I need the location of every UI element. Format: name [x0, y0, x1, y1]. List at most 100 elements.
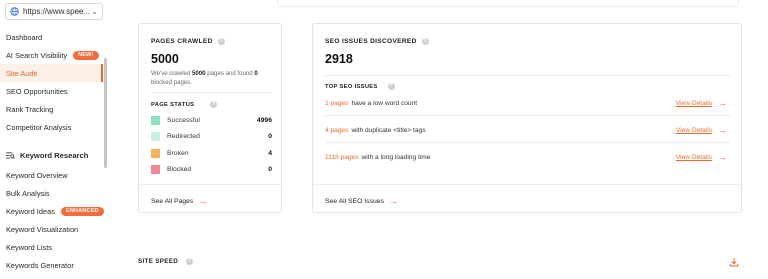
- domain-text: https://www.spee...: [23, 7, 91, 16]
- sidebar-item-competitor-analysis[interactable]: Competitor Analysis: [0, 118, 103, 136]
- view-details-link[interactable]: View Details: [676, 100, 712, 107]
- pages-crawled-title: PAGES CRAWLED ?: [151, 38, 225, 45]
- sidebar-item-label: Keywords Generator: [6, 260, 74, 270]
- view-details-link[interactable]: View Details: [676, 154, 712, 161]
- see-all-pages-link[interactable]: See All Pages →: [151, 196, 207, 206]
- status-label: Redirected: [167, 132, 200, 140]
- previous-card-bottom: [277, 0, 739, 7]
- see-all-seo-issues-link[interactable]: See All SEO Issues →: [325, 196, 398, 206]
- new-badge: NEW!: [73, 50, 99, 60]
- chevron-down-icon: ⌄: [91, 7, 98, 16]
- sidebar-item-label: Keyword Ideas: [6, 206, 55, 216]
- top-seo-issues-title: TOP SEO ISSUES ?: [325, 83, 395, 90]
- desc-text: blocked pages.: [151, 78, 192, 86]
- info-icon[interactable]: ?: [387, 83, 395, 90]
- divider: [139, 184, 281, 185]
- sidebar: https://www.spee... ⌄ Dashboard AI Searc…: [0, 0, 109, 279]
- issue-text: with a long loading time: [361, 153, 431, 161]
- sidebar-item-label: AI Search Visibility: [6, 50, 68, 60]
- issue-count[interactable]: 1118 pages: [325, 154, 359, 161]
- sidebar-item-label: Competitor Analysis: [6, 122, 72, 132]
- sidebar-item-seo-opportunities[interactable]: SEO Opportunities: [0, 82, 103, 100]
- status-value: 0: [268, 165, 272, 173]
- status-swatch: [151, 148, 160, 158]
- info-icon[interactable]: ?: [217, 38, 225, 45]
- view-details-link[interactable]: View Details: [676, 127, 712, 134]
- info-icon[interactable]: ?: [421, 38, 429, 45]
- status-value: 4996: [256, 116, 272, 124]
- seo-issues-title: SEO ISSUES DISCOVERED ?: [325, 38, 429, 45]
- status-value: 4: [268, 149, 272, 157]
- sidebar-scrollbar[interactable]: [104, 58, 107, 168]
- status-swatch: [151, 164, 160, 174]
- status-label: Broken: [167, 149, 189, 157]
- desc-text: pages and found: [205, 70, 255, 77]
- issue-count[interactable]: 4 pages: [325, 127, 348, 134]
- sidebar-item-label: Keyword Visualization: [6, 224, 79, 234]
- divider: [313, 184, 741, 185]
- status-row-blocked: Blocked 0: [151, 161, 272, 177]
- sidebar-item-label: Dashboard: [6, 32, 43, 42]
- top-seo-issues-title-text: TOP SEO ISSUES: [325, 83, 378, 90]
- download-icon[interactable]: [729, 257, 739, 267]
- status-swatch: [151, 115, 160, 125]
- status-row-redirected: Redirected 0: [151, 128, 272, 144]
- site-speed-title-text: SITE SPEED: [138, 258, 179, 265]
- sidebar-item-label: Keyword Lists: [6, 242, 53, 252]
- keyword-research-icon: [6, 151, 15, 159]
- info-icon[interactable]: ?: [210, 101, 218, 108]
- sidebar-item-site-audit[interactable]: Site Audit: [0, 64, 103, 82]
- status-row-successful: Successful 4996: [151, 112, 272, 128]
- sidebar-item-dashboard[interactable]: Dashboard: [0, 28, 103, 46]
- pages-crawled-card: PAGES CRAWLED ? 5000 We've crawled 5000 …: [138, 23, 282, 213]
- divider: [325, 115, 730, 116]
- domain-selector[interactable]: https://www.spee... ⌄: [5, 3, 103, 20]
- sidebar-section-keyword-research[interactable]: Keyword Research: [0, 146, 103, 164]
- desc-text: We've crawled: [151, 70, 193, 77]
- sidebar-item-rank-tracking[interactable]: Rank Tracking: [0, 100, 103, 118]
- issue-count[interactable]: 1 pages: [325, 100, 348, 107]
- sidebar-item-ai-search-visibility[interactable]: AI Search Visibility NEW!: [0, 46, 103, 64]
- sidebar-item-keywords-generator[interactable]: Keywords Generator: [0, 256, 103, 274]
- seo-issues-card: SEO ISSUES DISCOVERED ? 2918 TOP SEO ISS…: [312, 23, 742, 213]
- issue-text: have a low word count: [351, 99, 418, 107]
- issue-text: with duplicate <title> tags: [351, 126, 426, 134]
- pages-crawled-description: We've crawled 5000 pages and found 0 blo…: [151, 70, 275, 87]
- sidebar-item-label: SEO Opportunities: [6, 86, 68, 96]
- sidebar-item-keyword-lists[interactable]: Keyword Lists: [0, 238, 103, 256]
- sidebar-item-keyword-overview[interactable]: Keyword Overview: [0, 166, 103, 184]
- desc-pages-count: 5000: [192, 70, 206, 77]
- pages-crawled-value: 5000: [151, 52, 179, 66]
- divider: [151, 92, 272, 93]
- site-speed-title: SITE SPEED ?: [138, 258, 194, 265]
- arrow-right-icon: →: [198, 196, 208, 206]
- arrow-right-icon[interactable]: →: [718, 98, 727, 108]
- page-status-title: PAGE STATUS ?: [151, 101, 218, 108]
- sidebar-item-keyword-ideas[interactable]: Keyword Ideas ENHANCED: [0, 202, 104, 220]
- arrow-right-icon[interactable]: →: [718, 152, 727, 162]
- issue-row: 1118 pages with a long loading time View…: [325, 148, 727, 166]
- sidebar-item-label: Site Audit: [6, 68, 38, 78]
- seo-issues-value: 2918: [325, 52, 353, 66]
- status-row-broken: Broken 4: [151, 145, 272, 161]
- pages-crawled-title-text: PAGES CRAWLED: [151, 38, 213, 45]
- issue-row: 1 pages have a low word count View Detai…: [325, 94, 727, 112]
- arrow-right-icon[interactable]: →: [718, 125, 727, 135]
- status-label: Successful: [167, 116, 200, 124]
- globe-icon: [10, 7, 19, 16]
- arrow-right-icon: →: [388, 196, 398, 206]
- desc-blocked-count: 0: [254, 70, 258, 77]
- page-status-title-text: PAGE STATUS: [151, 101, 195, 108]
- status-swatch: [151, 131, 160, 141]
- see-all-pages-label: See All Pages: [151, 197, 194, 205]
- status-value: 0: [268, 132, 272, 140]
- sidebar-item-bulk-analysis[interactable]: Bulk Analysis: [0, 184, 103, 202]
- sidebar-item-label: Keyword Overview: [6, 170, 68, 180]
- seo-issues-title-text: SEO ISSUES DISCOVERED: [325, 38, 417, 45]
- info-icon[interactable]: ?: [186, 258, 194, 265]
- sidebar-item-keyword-visualization[interactable]: Keyword Visualization: [0, 220, 103, 238]
- divider: [325, 142, 730, 143]
- see-all-seo-issues-label: See All SEO Issues: [325, 197, 384, 205]
- issue-row: 4 pages with duplicate <title> tags View…: [325, 121, 727, 139]
- sidebar-item-label: Rank Tracking: [6, 104, 54, 114]
